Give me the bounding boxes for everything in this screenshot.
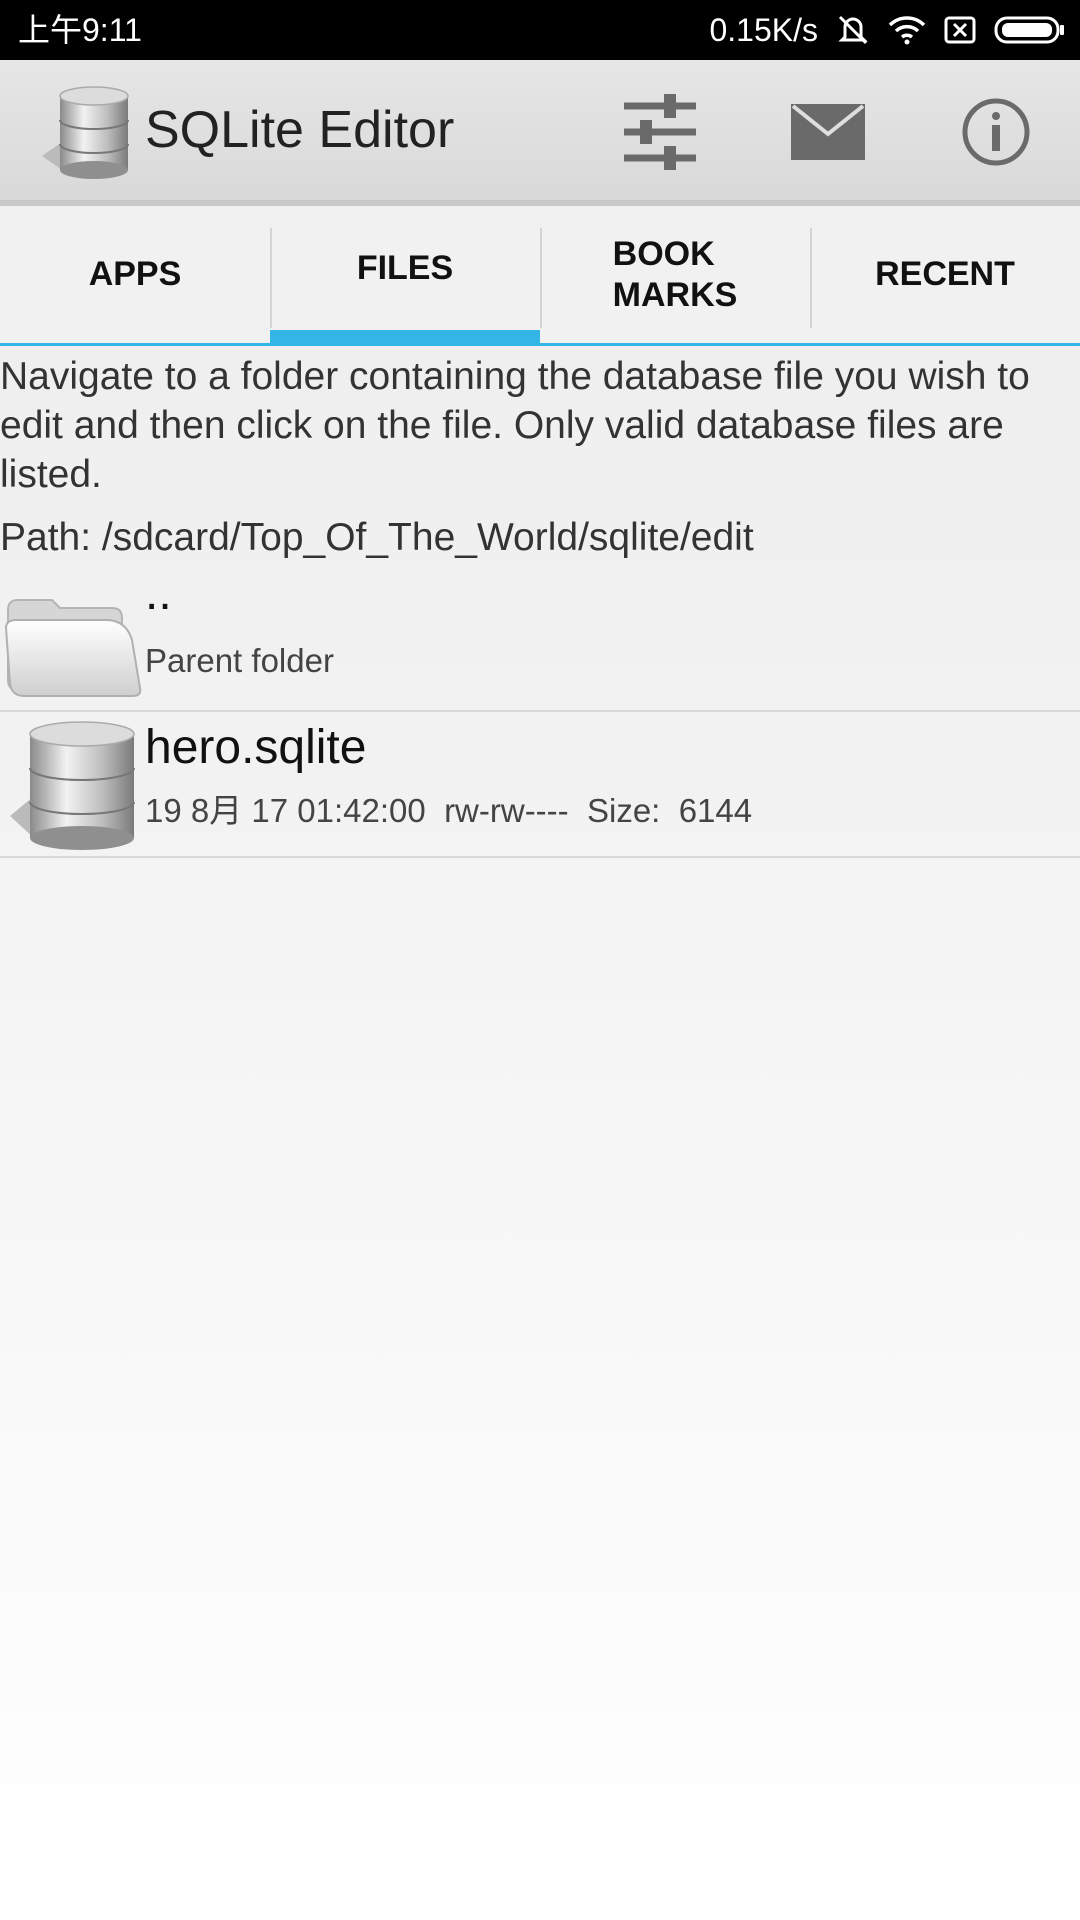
action-bar: SQLite Editor (0, 60, 1080, 206)
tab-label-line1: BOOK (612, 234, 715, 273)
info-icon (962, 98, 1030, 166)
settings-sliders-icon (624, 94, 696, 170)
tab-apps[interactable]: APPS (0, 206, 270, 346)
mail-button[interactable] (786, 90, 870, 174)
mute-icon (838, 15, 868, 45)
app-title: SQLite Editor (145, 101, 455, 159)
status-bar: 上午9:11 0.15K/s (0, 0, 1080, 60)
current-path: Path: /sdcard/Top_Of_The_World/sqlite/ed… (0, 516, 754, 559)
list-item-hero-sqlite[interactable]: hero.sqlite 19 8月 17 01:42:00 rw-rw---- … (0, 712, 1080, 858)
tab-bar: APPS FILES BOOK MARKS RECENT (0, 206, 1080, 346)
instructions-text: Navigate to a folder containing the data… (0, 355, 1030, 496)
sim-off-icon (944, 16, 976, 44)
tab-label: APPS (88, 255, 182, 293)
network-speed: 0.15K/s (709, 11, 818, 48)
list-item-parent-folder[interactable]: .. Parent folder (0, 567, 1080, 712)
status-time: 上午9:11 (18, 12, 142, 48)
info-button[interactable] (954, 90, 1038, 174)
folder-icon (4, 599, 142, 697)
file-detail: Parent folder (145, 642, 334, 679)
wifi-icon (888, 16, 926, 45)
database-icon (10, 721, 135, 850)
mail-icon (791, 104, 865, 160)
tab-recent[interactable]: RECENT (810, 206, 1080, 346)
battery-icon (994, 16, 1064, 44)
tab-label-line2: MARKS (612, 275, 738, 314)
database-logo-icon (42, 86, 129, 179)
tab-label: FILES (356, 248, 454, 287)
tab-label: BOOK MARKS (613, 234, 738, 316)
tab-bookmarks[interactable]: BOOK MARKS (540, 206, 810, 346)
file-name: hero.sqlite (145, 721, 367, 774)
file-detail: 19 8月 17 01:42:00 rw-rw---- Size: 6144 (145, 792, 753, 829)
status-icons: 0.15K/s (709, 0, 1066, 60)
tab-label: RECENT (875, 255, 1015, 293)
tab-files[interactable]: FILES (270, 206, 540, 346)
settings-button[interactable] (618, 90, 702, 174)
file-name: .. (145, 567, 172, 620)
